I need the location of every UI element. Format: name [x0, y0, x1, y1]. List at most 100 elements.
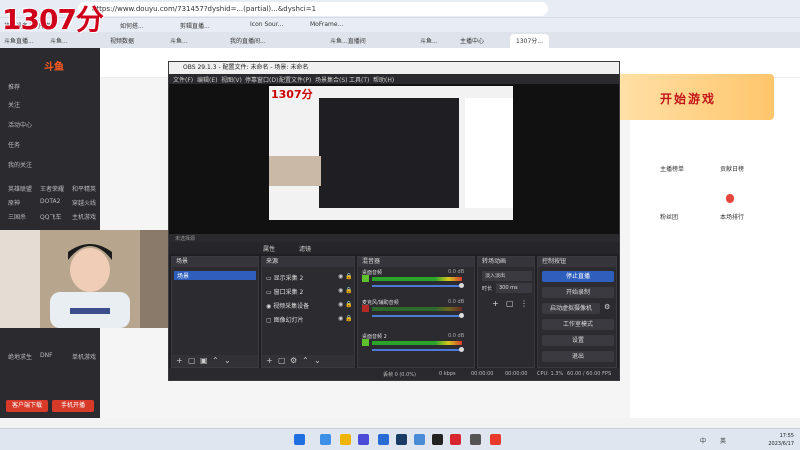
settings-button[interactable]: 设置 — [542, 335, 614, 346]
bookmark-item[interactable]: MoFrame... — [310, 21, 343, 28]
sidebar-item[interactable]: 活动中心 — [8, 120, 32, 129]
sidebar-item[interactable]: 我的关注 — [8, 160, 32, 169]
bookmark-item[interactable]: 如何搭... — [120, 21, 144, 30]
filter-icon[interactable]: ▣ — [200, 356, 208, 365]
remove-transition-icon[interactable]: ▢ — [506, 299, 514, 308]
tab-active[interactable]: 1307分... — [510, 34, 549, 48]
tab[interactable]: 斗鱼... — [420, 36, 438, 45]
menu-item[interactable]: 帮助(H) — [373, 75, 394, 84]
add-icon[interactable]: + — [266, 356, 273, 365]
transition-select[interactable]: 淡入淡出 — [482, 271, 532, 281]
category-item[interactable]: QQ飞车 — [40, 212, 61, 221]
mobile-live-button[interactable]: 手机开播 — [52, 400, 94, 412]
chrome-icon[interactable] — [358, 434, 369, 445]
tab[interactable]: 视频数据 — [110, 36, 134, 45]
tab[interactable]: 斗鱼... — [170, 36, 188, 45]
right-panel-tab[interactable]: 粉丝团 — [660, 212, 678, 221]
douyu-logo[interactable]: 斗鱼 — [44, 58, 64, 73]
app-icon[interactable] — [414, 434, 425, 445]
menu-item[interactable]: 工具(T) — [349, 75, 369, 84]
client-download-button[interactable]: 客户端下载 — [6, 400, 48, 412]
menu-item[interactable]: 文件(F) — [173, 75, 193, 84]
source-item[interactable]: ▭ 窗口采集 2 — [266, 287, 303, 296]
speaker-icon[interactable] — [362, 339, 369, 346]
start-icon[interactable] — [294, 434, 305, 445]
virtual-camera-button[interactable]: 启动虚拟摄像机 — [542, 303, 600, 314]
edge-icon[interactable] — [378, 434, 389, 445]
remove-icon[interactable]: ▢ — [278, 356, 286, 365]
volume-slider[interactable] — [372, 285, 462, 287]
sidebar-item[interactable]: 关注 — [8, 100, 20, 109]
right-panel-tab[interactable]: 贡献日榜 — [720, 164, 744, 173]
eye-icon[interactable]: ◉ 🔒 — [338, 287, 353, 294]
volume-slider[interactable] — [372, 349, 462, 351]
down-icon[interactable]: ⌄ — [314, 356, 321, 365]
add-icon[interactable]: + — [176, 356, 183, 365]
category-item[interactable]: 单机游戏 — [72, 352, 96, 361]
netease-icon[interactable] — [450, 434, 461, 445]
source-item[interactable]: ▭ 显示采集 2 — [266, 273, 303, 282]
obs-preview[interactable]: 1307分 — [169, 84, 619, 234]
bookmark-item[interactable]: Icon Sour... — [250, 21, 283, 28]
menu-item[interactable]: 编辑(E) — [197, 75, 217, 84]
app-icon[interactable] — [470, 434, 481, 445]
menu-item[interactable]: 视图(V) — [221, 75, 242, 84]
steam-icon[interactable] — [396, 434, 407, 445]
url-input[interactable]: https://www.douyu.com/731457?dyshid=...(… — [78, 2, 548, 16]
down-icon[interactable]: ⌄ — [224, 356, 231, 365]
category-item[interactable]: 绝地求生 — [8, 352, 32, 361]
mic-muted-icon[interactable] — [362, 305, 369, 312]
sidebar-item[interactable]: 推荐 — [8, 82, 20, 91]
folder-icon[interactable] — [340, 434, 351, 445]
gear-icon[interactable]: ⚙ — [290, 356, 297, 365]
more-icon[interactable]: ⋮ — [520, 299, 528, 308]
category-item[interactable]: DNF — [40, 352, 53, 359]
menu-item[interactable]: 场景集合(S) — [315, 75, 348, 84]
volume-knob[interactable] — [459, 313, 464, 318]
menu-item[interactable]: 停靠窗口(D) — [245, 75, 278, 84]
start-recording-button[interactable]: 开始录制 — [542, 287, 614, 298]
eye-icon[interactable]: ◉ 🔒 — [338, 301, 353, 308]
duration-input[interactable]: 300 ms — [496, 283, 532, 293]
volume-knob[interactable] — [459, 347, 464, 352]
source-item[interactable]: ◉ 视频采集设备 — [266, 301, 309, 310]
category-item[interactable]: 原神 — [8, 198, 20, 207]
category-item[interactable]: 和平精英 — [72, 184, 96, 193]
properties-button[interactable]: 属性 — [263, 244, 275, 253]
right-panel-tab[interactable]: 主播榜单 — [660, 164, 684, 173]
category-item[interactable]: 穿越火线 — [72, 198, 96, 207]
tab[interactable]: 主播中心 — [460, 36, 484, 45]
speaker-icon[interactable] — [362, 275, 369, 282]
obs-icon[interactable] — [432, 434, 443, 445]
up-icon[interactable]: ⌃ — [302, 356, 309, 365]
add-transition-icon[interactable]: + — [492, 299, 499, 308]
tab[interactable]: 我的直播间... — [230, 36, 266, 45]
category-item[interactable]: 王者荣耀 — [40, 184, 64, 193]
volume-knob[interactable] — [459, 283, 464, 288]
eye-icon[interactable]: ◉ 🔒 — [338, 315, 353, 322]
remove-icon[interactable]: ▢ — [188, 356, 196, 365]
category-item[interactable]: 主机游戏 — [72, 212, 96, 221]
volume-slider[interactable] — [372, 315, 462, 317]
lang-indicator[interactable]: 英 — [720, 438, 726, 445]
category-item[interactable]: DOTA2 — [40, 198, 60, 205]
scene-item[interactable]: 场景 — [174, 271, 256, 280]
widgets-icon[interactable] — [320, 434, 331, 445]
bookmark-item[interactable]: 剪辑直播... — [180, 21, 210, 30]
category-item[interactable]: 英雄联盟 — [8, 184, 32, 193]
tab[interactable]: 斗鱼...直播间 — [330, 36, 366, 45]
clock[interactable]: 17:55 2023/6/17 — [768, 432, 794, 448]
up-icon[interactable]: ⌃ — [212, 356, 219, 365]
category-item[interactable]: 三国杀 — [8, 212, 26, 221]
studio-mode-button[interactable]: 工作室模式 — [542, 319, 614, 330]
exit-button[interactable]: 退出 — [542, 351, 614, 362]
menu-item[interactable]: 配置文件(P) — [279, 75, 311, 84]
filters-button[interactable]: 滤镜 — [299, 244, 311, 253]
source-item[interactable]: ▢ 图像幻灯片 — [266, 315, 304, 324]
douyu-icon[interactable] — [490, 434, 501, 445]
sidebar-item[interactable]: 任务 — [8, 140, 20, 149]
gear-icon[interactable]: ⚙ — [604, 303, 610, 311]
stop-streaming-button[interactable]: 停止直播 — [542, 271, 614, 282]
ime-indicator[interactable]: 中 — [700, 438, 706, 445]
eye-icon[interactable]: ◉ 🔒 — [338, 273, 353, 280]
